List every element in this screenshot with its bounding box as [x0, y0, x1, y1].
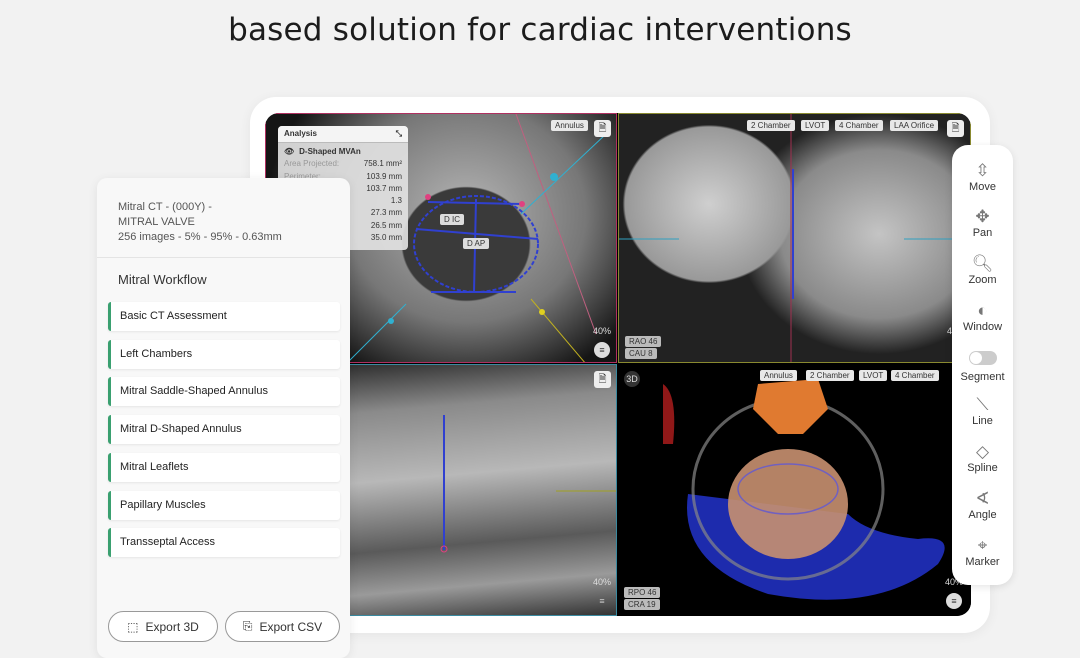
- workflow-item[interactable]: Mitral Saddle-Shaped Annulus: [108, 377, 340, 407]
- metric-value: 35.0 mm: [370, 233, 402, 243]
- pan-icon: ✥: [975, 207, 990, 226]
- zoom-level: 40%: [593, 326, 612, 336]
- label-d-ap: D AP: [463, 238, 490, 249]
- viewport-3d[interactable]: 3D Annulus 2 Chamber LVOT 4 Chamber RPO …: [618, 364, 971, 616]
- analysis-row: Area Projected: 758.1 mm²: [278, 158, 408, 170]
- zoom-icon: 🔍︎: [971, 254, 994, 273]
- view-tag[interactable]: 4 Chamber: [835, 120, 883, 131]
- toggle-icon[interactable]: [968, 351, 997, 365]
- tools-toolbar: ⇳ Move ✥ Pan 🔍︎ Zoom ◐ Window Segment ⟍ Line ◇ Splin…: [952, 145, 1013, 585]
- tool-line[interactable]: ⟍ Line: [952, 395, 1013, 427]
- tool-marker[interactable]: ⌖ Marker: [952, 536, 1013, 568]
- line-icon: ⟍: [976, 395, 989, 414]
- angle-label: CRA 19: [624, 599, 660, 610]
- workflow-panel: Mitral CT - (000Y) - MITRAL VALVE 256 im…: [97, 178, 350, 658]
- tool-label: Window: [962, 321, 1003, 333]
- metric-value: 27.3 mm: [370, 208, 402, 218]
- study-type: MITRAL VALVE: [118, 216, 195, 228]
- metric-value: 26.5 mm: [370, 220, 402, 230]
- study-details: 256 images - 5% - 95% - 0.63mm: [118, 231, 282, 243]
- collapse-icon[interactable]: ⤡: [396, 129, 402, 139]
- workflow-item[interactable]: Mitral D-Shaped Annulus: [108, 415, 340, 445]
- tool-window[interactable]: ◐ Window: [952, 301, 1013, 333]
- tool-label: Angle: [968, 509, 997, 521]
- label-d-ic: D IC: [440, 214, 464, 225]
- settings-sliders-icon[interactable]: ≡: [594, 342, 610, 358]
- angle-label: CAU 8: [625, 348, 657, 359]
- tool-segment[interactable]: Segment: [952, 348, 1013, 383]
- tool-angle[interactable]: ∢ Angle: [952, 489, 1013, 521]
- view-tag[interactable]: LVOT: [859, 370, 888, 381]
- angle-icon: ∢: [975, 489, 990, 508]
- angle-label: RPO 46: [624, 587, 661, 598]
- workflow-item[interactable]: Basic CT Assessment: [108, 302, 340, 331]
- tool-pan[interactable]: ✥ Pan: [952, 207, 1013, 239]
- view-tag[interactable]: LAA Orifice: [890, 120, 939, 131]
- tool-label: Line: [972, 415, 993, 427]
- export-csv-label: Export CSV: [259, 619, 323, 634]
- view-tag[interactable]: Annulus: [760, 370, 797, 381]
- headline: based solution for cardiac interventions: [228, 12, 852, 48]
- study-info: Mitral CT - (000Y) - MITRAL VALVE 256 im…: [97, 178, 350, 258]
- angle-label: RAO 46: [625, 336, 662, 347]
- spline-icon: ◇: [975, 442, 990, 461]
- view-tag[interactable]: 2 Chamber: [747, 120, 795, 131]
- view-tag[interactable]: LVOT: [801, 120, 830, 131]
- tool-move[interactable]: ⇳ Move: [952, 161, 1013, 193]
- export-3d-label: Export 3D: [145, 619, 199, 634]
- metric-value: 1.3: [390, 196, 402, 206]
- metric-label: Area Projected:: [284, 159, 340, 169]
- cube-icon: ⬚: [127, 619, 139, 634]
- metric-value: 103.7 mm: [366, 183, 402, 193]
- viewport-2-chamber[interactable]: 2 Chamber LVOT 4 Chamber LAA Orifice 🗎 R…: [618, 113, 971, 363]
- tool-label: Marker: [965, 556, 1000, 568]
- settings-sliders-icon[interactable]: ≡: [946, 593, 962, 609]
- export-file-icon: ⎘: [242, 619, 253, 633]
- tool-label: Spline: [967, 462, 998, 474]
- settings-sliders-icon[interactable]: ≡: [594, 593, 610, 609]
- study-name: Mitral CT - (000Y) -: [118, 201, 212, 213]
- workflow-title: Mitral Workflow: [118, 272, 207, 287]
- tool-label: Pan: [972, 227, 993, 239]
- tool-spline[interactable]: ◇ Spline: [952, 442, 1013, 474]
- tool-label: Segment: [960, 371, 1005, 383]
- view-tag[interactable]: 4 Chamber: [891, 370, 939, 381]
- marker-icon: ⌖: [977, 536, 988, 555]
- export-csv-button[interactable]: ⎘ Export CSV: [225, 611, 340, 642]
- metric-value: 758.1 mm²: [363, 159, 402, 169]
- metric-value: 103.9 mm: [366, 171, 402, 181]
- report-icon[interactable]: 🗎: [947, 120, 964, 137]
- workflow-item[interactable]: Transseptal Access: [108, 528, 340, 558]
- move-icon: ⇳: [975, 161, 990, 180]
- eye-icon[interactable]: 👁︎: [284, 146, 294, 158]
- window-icon: ◐: [977, 301, 988, 320]
- report-icon[interactable]: 🗎: [594, 120, 611, 137]
- view-tag[interactable]: 2 Chamber: [806, 370, 854, 381]
- export-3d-button[interactable]: ⬚ Export 3D: [108, 611, 218, 642]
- tool-label: Zoom: [968, 274, 997, 286]
- zoom-level: 40%: [593, 577, 612, 587]
- tool-zoom[interactable]: 🔍︎ Zoom: [952, 254, 1013, 286]
- workflow-item[interactable]: Left Chambers: [108, 339, 340, 369]
- workflow-item[interactable]: Mitral Leaflets: [108, 452, 340, 482]
- measurement-name: D-Shaped MVAn: [299, 147, 361, 156]
- analysis-title: Analysis: [284, 129, 317, 138]
- workflow-item[interactable]: Papillary Muscles: [108, 490, 340, 520]
- 3d-badge[interactable]: 3D: [624, 371, 640, 387]
- tool-label: Move: [969, 181, 996, 193]
- view-tag[interactable]: Annulus: [551, 120, 588, 131]
- report-icon[interactable]: 🗎: [594, 371, 611, 388]
